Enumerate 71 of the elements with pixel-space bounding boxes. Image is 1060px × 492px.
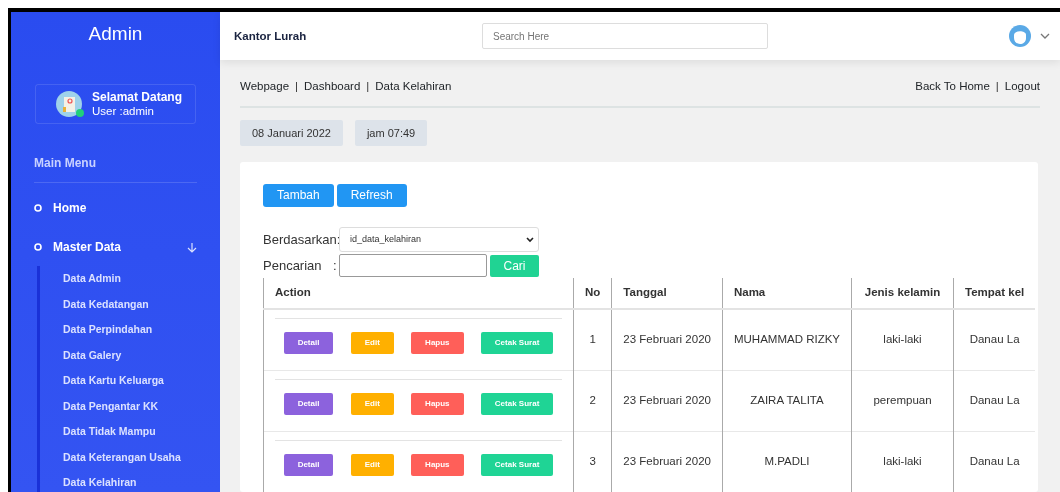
user-avatar-icon	[1009, 25, 1031, 48]
table-cell: Danau La	[953, 370, 1036, 431]
breadcrumb-separator: |	[995, 79, 999, 95]
table-cell: ZAIRA TALITA	[722, 370, 852, 431]
arrow-down-icon	[187, 241, 197, 253]
table-cell: laki-laki	[851, 431, 954, 492]
nav-link[interactable]: Back To Home	[915, 78, 990, 96]
detail-button[interactable]: Detail	[283, 453, 334, 476]
column-header: Action	[263, 278, 574, 309]
submenu-item[interactable]: Data Pengantar KK	[63, 393, 220, 419]
circle-bullet-icon	[34, 243, 42, 251]
table-cell: laki-laki	[851, 309, 954, 370]
submenu-item[interactable]: Data Keterangan Usaha	[63, 444, 220, 470]
detail-button[interactable]: Detail	[283, 392, 334, 415]
app-title: Kantor Lurah	[234, 28, 308, 44]
time-label: jam 07:49	[354, 119, 428, 146]
toolbar-button[interactable]: Tambah	[263, 184, 334, 207]
label-colon: :	[333, 256, 338, 275]
toolbar-button[interactable]: Refresh	[336, 184, 407, 207]
avatar-icon	[56, 91, 82, 117]
table-cell: Danau La	[953, 431, 1036, 492]
user-role: User :admin	[92, 104, 155, 118]
submenu-item[interactable]: Data Admin	[63, 266, 220, 292]
filter-select[interactable]: id_data_kelahiran	[339, 227, 539, 252]
filter-label: Berdasarkan:	[263, 230, 339, 249]
search-input[interactable]	[339, 254, 487, 277]
submenu-item[interactable]: Data Perpindahan	[63, 317, 220, 343]
breadcrumb-separator: |	[366, 79, 370, 95]
delete-button[interactable]: Hapus	[411, 392, 464, 415]
table-cell: 23 Februari 2020	[611, 431, 723, 492]
column-header: Jenis kelamin	[851, 278, 954, 309]
chevron-down-icon	[1040, 33, 1050, 40]
chevron-down-icon	[526, 236, 534, 243]
breadcrumb-link[interactable]: Dashboard	[304, 78, 361, 96]
sidebar-item[interactable]: Master Data	[11, 228, 220, 266]
sidebar-item-label: Home	[53, 200, 88, 217]
breadcrumb-link[interactable]: Webpage	[240, 78, 290, 96]
column-header: No	[573, 278, 612, 309]
date-label: 08 Januari 2022	[240, 119, 343, 146]
sidebar-item[interactable]: Home	[11, 189, 220, 227]
column-header: Tempat kel	[953, 278, 1036, 309]
user-greeting: Selamat Datang	[92, 90, 183, 104]
table-cell: 2	[573, 370, 612, 431]
nav-link[interactable]: Logout	[1004, 78, 1040, 96]
sidebar-item-label: Master Data	[53, 239, 123, 256]
detail-button[interactable]: Detail	[283, 331, 334, 354]
table-cell: 23 Februari 2020	[611, 309, 723, 370]
column-header: Tanggal	[611, 278, 723, 309]
table-cell: perempuan	[851, 370, 954, 431]
table-cell: 23 Februari 2020	[611, 370, 723, 431]
circle-bullet-icon	[34, 204, 42, 212]
submenu-item[interactable]: Data Tidak Mampu	[63, 419, 220, 445]
delete-button[interactable]: Hapus	[411, 331, 464, 354]
menu-section-title: Main Menu	[34, 154, 197, 183]
table-cell: M.PADLI	[722, 431, 852, 492]
submenu-item[interactable]: Data Kartu Keluarga	[63, 368, 220, 394]
column-header: Nama	[722, 278, 852, 309]
delete-button[interactable]: Hapus	[411, 453, 464, 476]
select-value: id_data_kelahiran	[350, 232, 422, 246]
breadcrumb-link[interactable]: Data Kelahiran	[375, 78, 452, 96]
sidebar-title: Admin	[87, 22, 144, 46]
submenu-item[interactable]: Data Galery	[63, 342, 220, 368]
submenu-item[interactable]: Data Kedatangan	[63, 291, 220, 317]
search-label: Pencarian	[263, 256, 323, 275]
table-cell: Danau La	[953, 309, 1036, 370]
table-cell: 3	[573, 431, 612, 492]
search-field[interactable]: Search Here	[482, 23, 768, 50]
breadcrumb-separator: |	[295, 79, 299, 95]
table-cell: 1	[573, 309, 612, 370]
submenu-item[interactable]: Data Kelahiran	[63, 470, 220, 492]
table-cell: MUHAMMAD RIZKY	[722, 309, 852, 370]
